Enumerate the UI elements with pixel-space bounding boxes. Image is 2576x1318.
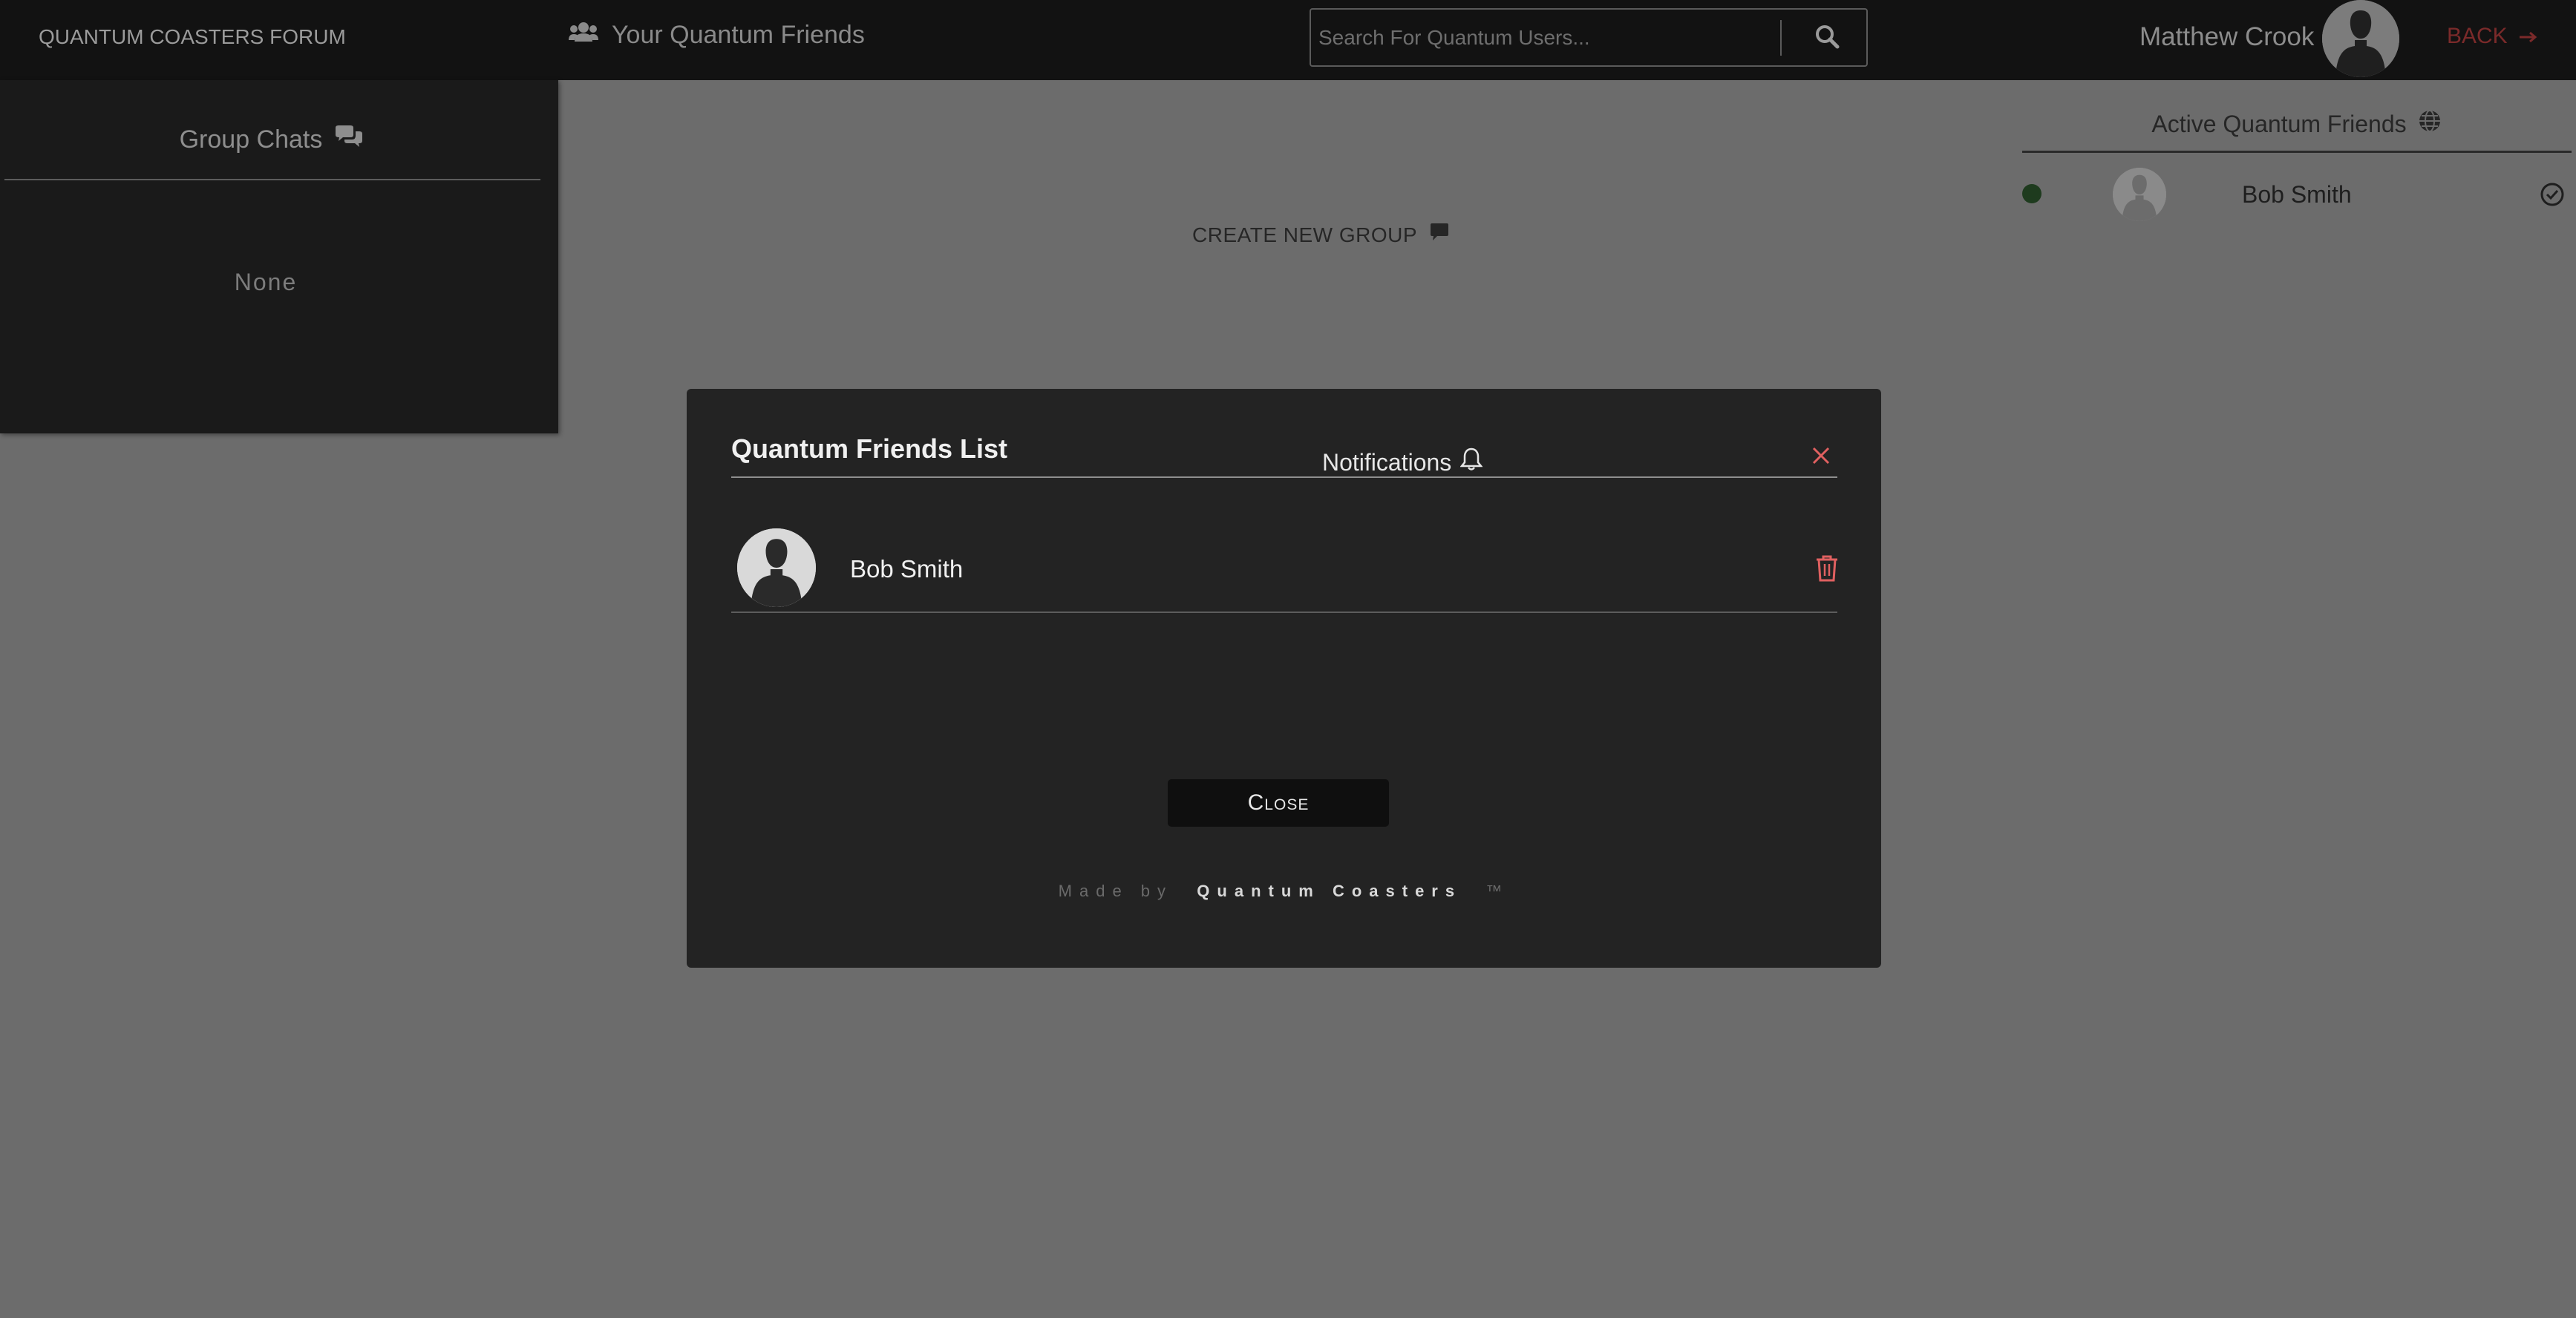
avatar[interactable] <box>737 528 816 607</box>
back-button[interactable]: BACK <box>2447 24 2537 49</box>
search-button[interactable] <box>1801 19 1853 57</box>
comment-icon <box>1429 223 1450 247</box>
divider <box>2022 151 2572 153</box>
group-chats-empty: None <box>234 269 298 295</box>
group-chats-title: Group Chats <box>179 125 323 154</box>
made-by-footer: Made by Quantum Coasters ™ <box>687 882 1881 901</box>
globe-icon <box>2417 108 2442 140</box>
notifications-label: Notifications <box>1322 448 1452 476</box>
search-icon <box>1814 24 1840 53</box>
your-friends-link[interactable]: Your Quantum Friends <box>569 21 865 50</box>
search-input[interactable] <box>1318 20 1734 56</box>
modal-close-icon[interactable] <box>1806 441 1836 471</box>
group-chats-header: Group Chats <box>0 125 543 155</box>
bell-icon <box>1459 447 1483 478</box>
group-chats-panel: Group Chats None <box>0 80 558 433</box>
create-group-button[interactable]: CREATE NEW GROUP <box>1192 223 1450 247</box>
active-friend-name[interactable]: Bob Smith <box>2242 181 2352 209</box>
modal-title: Quantum Friends List <box>731 433 1008 464</box>
divider <box>731 612 1837 613</box>
current-username[interactable]: Matthew Crook <box>2139 22 2314 52</box>
create-group-label: CREATE NEW GROUP <box>1192 223 1418 246</box>
active-friends-header: Active Quantum Friends <box>2022 108 2572 140</box>
user-avatar[interactable] <box>2322 0 2399 77</box>
search-divider <box>1780 20 1782 56</box>
avatar[interactable] <box>2113 168 2166 221</box>
top-navbar: QUANTUM COASTERS FORUM Your Quantum Frie… <box>0 0 2576 80</box>
trademark-symbol: ™ <box>1485 882 1510 900</box>
trash-icon[interactable] <box>1814 554 1840 583</box>
arrow-right-icon <box>2518 24 2537 49</box>
users-icon <box>569 21 598 50</box>
footer-prefix: Made by <box>1058 882 1174 900</box>
friend-name[interactable]: Bob Smith <box>850 555 963 583</box>
divider <box>731 476 1837 478</box>
search-box <box>1310 8 1868 67</box>
check-circle-icon <box>2539 181 2566 208</box>
friends-link-label: Your Quantum Friends <box>612 21 865 49</box>
notifications-button[interactable]: Notifications <box>1322 447 1483 478</box>
brand-link[interactable]: QUANTUM COASTERS FORUM <box>39 25 346 49</box>
back-label: BACK <box>2447 24 2508 48</box>
close-button[interactable]: Close <box>1168 779 1389 827</box>
comments-icon <box>334 125 364 155</box>
online-status-dot <box>2022 184 2041 203</box>
footer-brand: Quantum Coasters <box>1197 882 1462 900</box>
active-friends-title: Active Quantum Friends <box>2151 110 2407 137</box>
friends-list-modal: Quantum Friends List Notifications Bob S… <box>687 389 1881 968</box>
divider <box>4 179 540 180</box>
